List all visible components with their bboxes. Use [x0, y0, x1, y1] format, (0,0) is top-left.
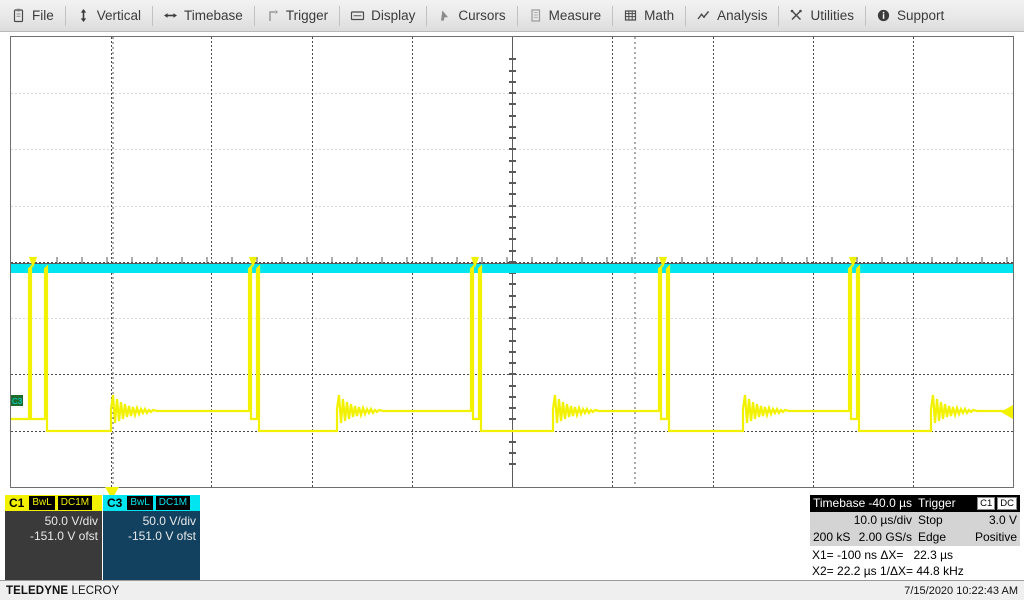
- trigger-slope-value: Positive: [974, 530, 1017, 544]
- bandwidth-limit-badge[interactable]: BwL: [29, 496, 55, 510]
- menu-item-label: Measure: [548, 8, 602, 23]
- trigger-type-value: Edge: [918, 530, 947, 544]
- coupling-badge[interactable]: DC1M: [155, 496, 191, 510]
- timestamp: 7/15/2020 10:22:43 AM: [904, 584, 1018, 597]
- menu-item-label: Support: [896, 8, 945, 23]
- trigger-state-row: Stop 3.0 V: [915, 512, 1020, 529]
- channel-header-c1: C1 BwL DC1M: [5, 495, 102, 511]
- vertical-scale-value: 50.0 V/div: [142, 514, 196, 528]
- channel-settings-c3: 50.0 V/div -151.0 V ofst: [103, 511, 200, 544]
- trigger-descriptor[interactable]: Trigger C1 DC Stop 3.0 V Edge Positive: [915, 495, 1020, 546]
- menu-item-display[interactable]: Display: [339, 0, 426, 32]
- info-icon: [876, 8, 891, 23]
- channel-descriptor-c1[interactable]: C1 BwL DC1M 50.0 V/div -151.0 V ofst: [5, 495, 102, 580]
- trigger-type-row: Edge Positive: [915, 529, 1020, 546]
- menu-item-label: Utilities: [810, 8, 854, 23]
- menu-item-utilities[interactable]: Utilities: [778, 0, 865, 32]
- cursor-invdx-label: 1/ΔX=: [879, 564, 914, 578]
- trace-c3: [11, 264, 1013, 273]
- channel-id-label: C3: [107, 496, 123, 510]
- status-bar: TELEDYNE LECROY 7/15/2020 10:22:43 AM: [0, 580, 1024, 600]
- trigger-title: Trigger: [918, 496, 956, 510]
- menu-item-label: Display: [371, 8, 416, 23]
- timebase-title: Timebase: [813, 496, 866, 510]
- menu-item-label: File: [32, 8, 54, 23]
- waveform-svg: C3: [11, 37, 1013, 487]
- vertical-offset-value: -151.0 V ofst: [29, 529, 98, 543]
- timebase-delay-value: -40.0 µs: [868, 496, 912, 510]
- cursor-dx-value: 22.3 µs: [913, 548, 954, 562]
- trigger-coupling-badge[interactable]: DC: [997, 497, 1017, 510]
- measure-list-icon: [528, 8, 543, 23]
- cursor-x1-value: -100 ns: [837, 548, 878, 562]
- memory-depth-value: 200 kS: [813, 530, 851, 544]
- cursor-invdx-value: 44.8 kHz: [916, 564, 964, 578]
- math-grid-icon: [623, 8, 638, 23]
- cursor-x2-value: 22.2 µs: [837, 564, 877, 578]
- menu-item-file[interactable]: File: [0, 0, 65, 32]
- menu-item-label: Timebase: [184, 8, 243, 23]
- cursor-readout: X1= -100 ns ΔX= 22.3 µs X2= 22.2 µs 1/ΔX…: [810, 546, 1020, 579]
- menu-item-label: Analysis: [717, 8, 768, 23]
- timebase-trigger-panel: Timebase -40.0 µs 10.0 µs/div 200 kS 2.0…: [810, 495, 1020, 580]
- menu-item-label: Vertical: [96, 8, 142, 23]
- waveform-canvas: C3: [11, 37, 1013, 487]
- menu-item-trigger[interactable]: Trigger: [253, 0, 339, 32]
- timebase-header: Timebase -40.0 µs: [810, 495, 915, 512]
- sample-rate-value: 2.00 GS/s: [858, 530, 912, 544]
- cursor-dx-label: ΔX=: [880, 548, 904, 562]
- analysis-chart-icon: [696, 8, 711, 23]
- menu-item-support[interactable]: Support: [864, 0, 955, 32]
- channel-settings-c1: 50.0 V/div -151.0 V ofst: [5, 511, 102, 544]
- descriptor-row: C1 BwL DC1M 50.0 V/div -151.0 V ofst C3 …: [0, 495, 1024, 580]
- trigger-state-value: Stop: [918, 513, 943, 527]
- trigger-level-value: 3.0 V: [988, 513, 1017, 527]
- menu-item-timebase[interactable]: Timebase: [152, 0, 254, 32]
- svg-text:C3: C3: [12, 397, 23, 406]
- coupling-badge[interactable]: DC1M: [57, 496, 93, 510]
- utilities-tools-icon: [789, 8, 804, 23]
- display-icon: [350, 8, 365, 23]
- clipboard-icon: [11, 8, 26, 23]
- trigger-header: Trigger C1 DC: [915, 495, 1020, 512]
- menu-item-vertical[interactable]: Vertical: [64, 0, 152, 32]
- timebase-acq-row: 200 kS 2.00 GS/s: [810, 529, 915, 546]
- vertical-scale-value: 50.0 V/div: [44, 514, 98, 528]
- menu-item-label: Math: [644, 8, 675, 23]
- menu-item-math[interactable]: Math: [612, 0, 685, 32]
- c3-offset-marker[interactable]: C3: [11, 395, 23, 406]
- cursor-readout-line-1: X1= -100 ns ΔX= 22.3 µs: [812, 547, 1018, 563]
- c1-offset-marker[interactable]: [1001, 405, 1013, 419]
- menu-item-cursors[interactable]: Cursors: [426, 0, 516, 32]
- timebase-scale-row: 10.0 µs/div: [810, 512, 915, 529]
- vertical-offset-value: -151.0 V ofst: [127, 529, 196, 543]
- menu-item-label: Cursors: [458, 8, 506, 23]
- grid-center-axis: [509, 37, 516, 487]
- timebase-descriptor[interactable]: Timebase -40.0 µs 10.0 µs/div 200 kS 2.0…: [810, 495, 915, 546]
- menu-item-label: Trigger: [285, 8, 329, 23]
- timebase-scale-value: 10.0 µs/div: [853, 513, 912, 527]
- menu-bar: File Vertical Timebase Trigger Display C…: [0, 0, 1024, 32]
- oscilloscope-screen: File Vertical Timebase Trigger Display C…: [0, 0, 1024, 600]
- brand-lecroy: LECROY: [68, 584, 120, 597]
- channel-header-c3: C3 BwL DC1M: [103, 495, 200, 511]
- trigger-source-badge[interactable]: C1: [977, 497, 996, 510]
- brand-logo: TELEDYNE LECROY: [6, 585, 119, 597]
- channel-id-label: C1: [9, 496, 25, 510]
- leftright-arrow-icon: [163, 8, 178, 23]
- cursor-arrow-icon: [437, 8, 452, 23]
- brand-teledyne: TELEDYNE: [6, 584, 69, 597]
- cursor-x1-label: X1=: [812, 548, 834, 562]
- channel-descriptor-c3[interactable]: C3 BwL DC1M 50.0 V/div -151.0 V ofst: [103, 495, 200, 580]
- waveform-graticule[interactable]: C3: [10, 36, 1014, 488]
- trigger-slope-icon: [265, 8, 280, 23]
- menu-item-analysis[interactable]: Analysis: [685, 0, 778, 32]
- cursor-readout-line-2: X2= 22.2 µs 1/ΔX= 44.8 kHz: [812, 563, 1018, 579]
- cursor-x2-label: X2=: [812, 564, 834, 578]
- menu-item-measure[interactable]: Measure: [516, 0, 613, 32]
- updown-arrow-icon: [76, 8, 91, 23]
- bandwidth-limit-badge[interactable]: BwL: [127, 496, 153, 510]
